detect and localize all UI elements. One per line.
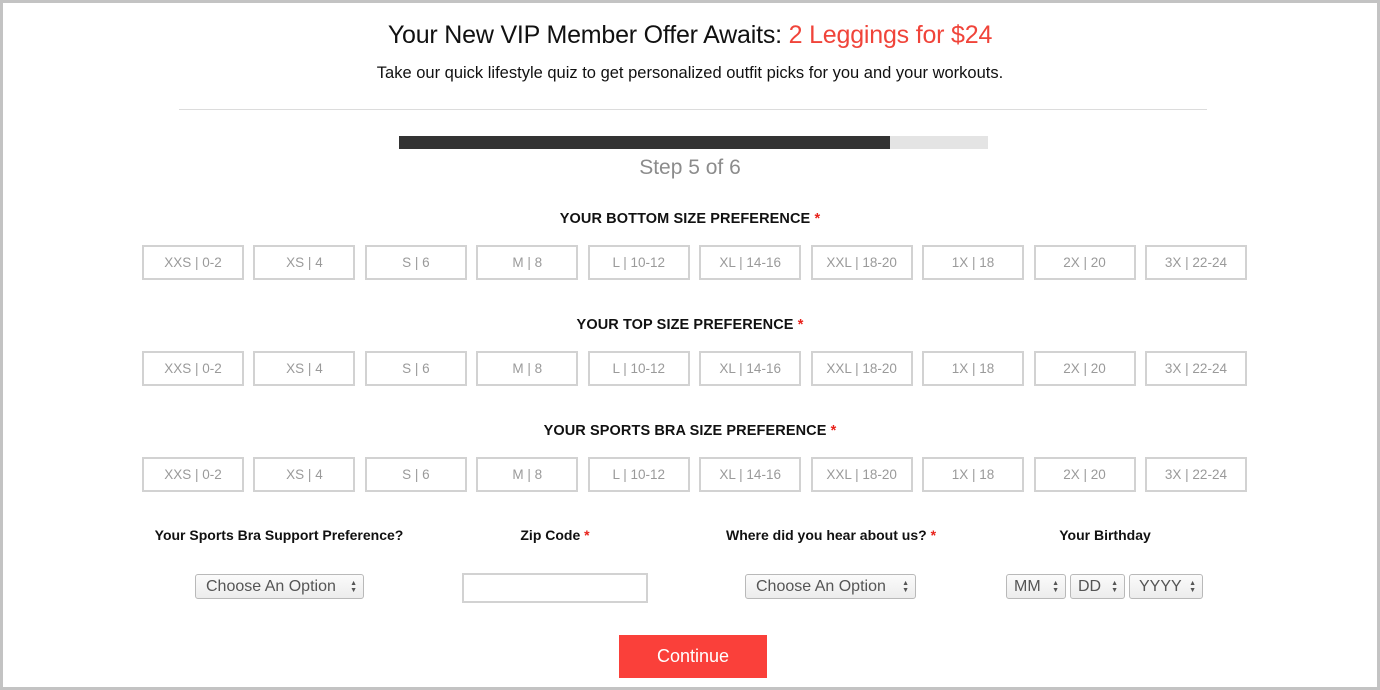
required-asterisk: * [797, 317, 804, 333]
size-option[interactable]: 3X | 22-24 [1144, 351, 1247, 386]
required-asterisk: * [830, 423, 837, 439]
sports-bra-size-label: YOUR SPORTS BRA SIZE PREFERENCE * [543, 423, 837, 439]
birthday-label: Your Birthday [1059, 527, 1151, 543]
size-option[interactable]: XS | 4 [253, 245, 356, 280]
referral-source-label: Where did you hear about us? * [725, 527, 937, 543]
required-asterisk: * [584, 527, 590, 543]
header-divider [179, 109, 1207, 110]
size-option[interactable]: M | 8 [476, 457, 579, 492]
size-option[interactable]: S | 6 [364, 351, 467, 386]
size-option[interactable]: 1X | 18 [922, 457, 1025, 492]
progress-fill [399, 136, 890, 149]
size-option[interactable]: XS | 4 [253, 457, 356, 492]
size-option[interactable]: XXL | 18-20 [810, 351, 913, 386]
size-option[interactable]: L | 10-12 [587, 245, 690, 280]
size-option[interactable]: XS | 4 [253, 351, 356, 386]
required-asterisk: * [930, 527, 937, 543]
bottom-size-label: YOUR BOTTOM SIZE PREFERENCE * [559, 211, 821, 227]
referral-source-select[interactable]: Choose An Option ▲ ▼ [745, 574, 916, 599]
select-arrows-icon: ▲ ▼ [1189, 579, 1196, 594]
size-option[interactable]: 2X | 20 [1033, 245, 1136, 280]
top-size-label: YOUR TOP SIZE PREFERENCE * [576, 317, 804, 333]
support-preference-select[interactable]: Choose An Option ▲ ▼ [195, 574, 364, 599]
title-prefix: Your New VIP Member Offer Awaits: [387, 21, 789, 49]
offer-subtitle: Take our quick lifestyle quiz to get per… [376, 64, 1004, 82]
support-preference-label: Your Sports Bra Support Preference? [154, 527, 404, 543]
birthday-year-select[interactable]: YYYY ▲ ▼ [1129, 574, 1203, 599]
size-option[interactable]: XL | 14-16 [699, 457, 802, 492]
size-option[interactable]: XL | 14-16 [699, 351, 802, 386]
size-option[interactable]: XXL | 18-20 [810, 245, 913, 280]
zip-code-input[interactable] [462, 573, 648, 603]
continue-button[interactable]: Continue [619, 635, 767, 678]
size-option[interactable]: 3X | 22-24 [1144, 245, 1247, 280]
sports-bra-size-options: XXS | 0-2 XS | 4S | 6 M | 8L | 10-12 XL | 1… [142, 457, 1247, 492]
size-option[interactable]: 1X | 18 [922, 351, 1025, 386]
size-option[interactable]: S | 6 [364, 457, 467, 492]
size-option[interactable]: XXS | 0-2 [142, 245, 244, 280]
size-option[interactable]: M | 8 [476, 351, 579, 386]
size-option[interactable]: S | 6 [364, 245, 467, 280]
size-option[interactable]: M | 8 [476, 245, 579, 280]
progress-bar [399, 136, 988, 149]
size-option[interactable]: L | 10-12 [587, 457, 690, 492]
step-indicator: Step 5 of 6 [639, 156, 741, 179]
size-option[interactable]: 1X | 18 [922, 245, 1025, 280]
size-option[interactable]: 3X | 22-24 [1144, 457, 1247, 492]
select-arrows-icon: ▲ ▼ [902, 579, 909, 594]
size-option[interactable]: 2X | 20 [1033, 351, 1136, 386]
page-frame: Your New VIP Member Offer Awaits: 2 Legg… [0, 0, 1380, 690]
bottom-size-options: XXS | 0-2 XS | 4S | 6 M | 8L | 10-12 XL | 1… [142, 245, 1247, 280]
size-option[interactable]: 2X | 20 [1033, 457, 1136, 492]
select-arrows-icon: ▲ ▼ [1111, 579, 1118, 594]
offer-title: Your New VIP Member Offer Awaits: 2 Legg… [3, 21, 1377, 50]
birthday-day-select[interactable]: DD ▲ ▼ [1070, 574, 1125, 599]
size-option[interactable]: XL | 14-16 [699, 245, 802, 280]
title-offer: 2 Leggings for $24 [788, 21, 993, 49]
zip-code-label: Zip Code * [520, 527, 590, 543]
required-asterisk: * [814, 211, 821, 227]
birthday-month-select[interactable]: MM ▲ ▼ [1006, 574, 1066, 599]
size-option[interactable]: XXS | 0-2 [142, 351, 244, 386]
size-option[interactable]: XXS | 0-2 [142, 457, 244, 492]
size-option[interactable]: XXL | 18-20 [810, 457, 913, 492]
size-option[interactable]: L | 10-12 [587, 351, 690, 386]
select-arrows-icon: ▲ ▼ [1052, 579, 1059, 594]
select-arrows-icon: ▲ ▼ [350, 579, 357, 594]
top-size-options: XXS | 0-2 XS | 4S | 6 M | 8L | 10-12 XL | 1… [142, 351, 1247, 386]
